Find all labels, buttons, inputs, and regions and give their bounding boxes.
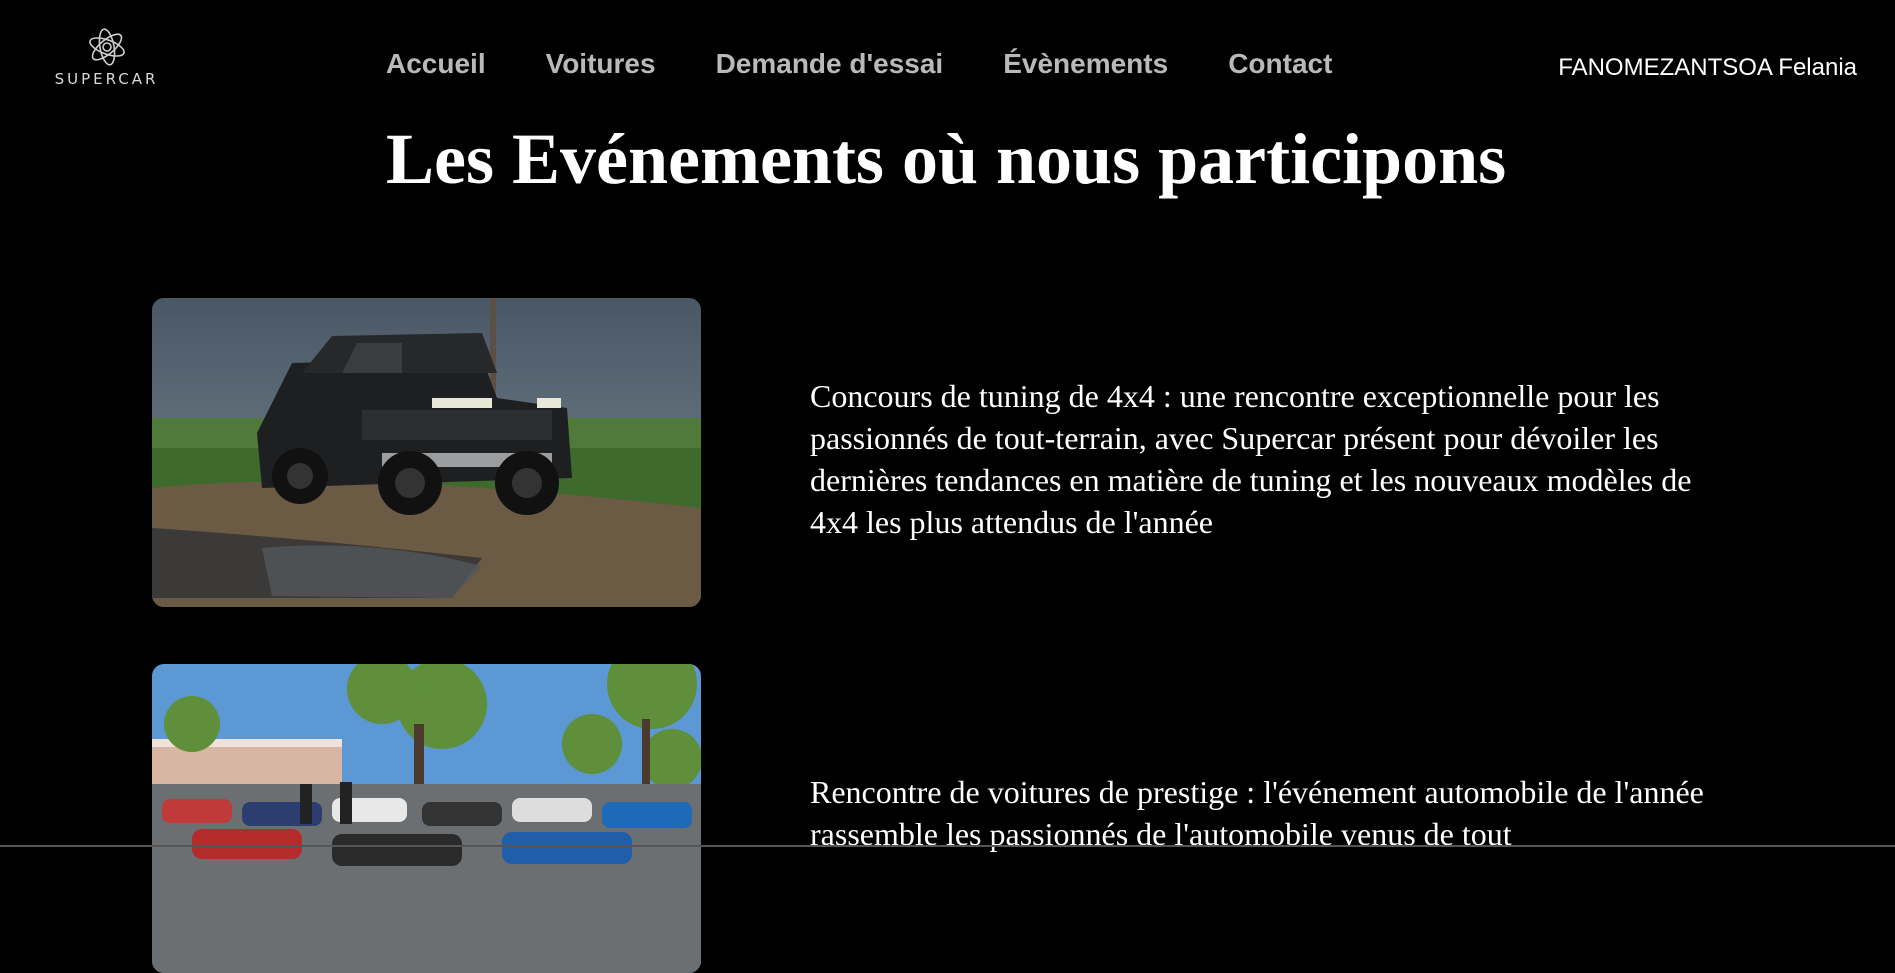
page-title: Les Evénements où nous participons — [386, 119, 1507, 199]
event-description: Concours de tuning de 4x4 : une rencontr… — [810, 378, 1692, 540]
brand-logo[interactable]: SUPERCAR — [44, 26, 169, 98]
nav-item-accueil[interactable]: Accueil — [386, 48, 486, 80]
nav-item-evenements[interactable]: Évènements — [1003, 48, 1168, 80]
swirl-logo-icon — [88, 28, 125, 66]
nav-item-contact[interactable]: Contact — [1228, 48, 1332, 80]
brand-logo-text: SUPERCAR — [54, 70, 159, 88]
main-nav: Accueil Voitures Demande d'essai Évèneme… — [386, 48, 1392, 80]
user-name[interactable]: FANOMEZANTSOA Felania — [1558, 54, 1857, 82]
nav-item-demande-essai[interactable]: Demande d'essai — [716, 48, 944, 80]
event-image-car-meet — [152, 664, 701, 973]
event-image-4x4-truck — [152, 298, 701, 607]
top-navigation-bar: SUPERCAR Accueil Voitures Demande d'essa… — [0, 0, 1895, 120]
event-description: Rencontre de voitures de prestige : l'év… — [810, 774, 1704, 852]
nav-item-voitures[interactable]: Voitures — [546, 48, 656, 80]
